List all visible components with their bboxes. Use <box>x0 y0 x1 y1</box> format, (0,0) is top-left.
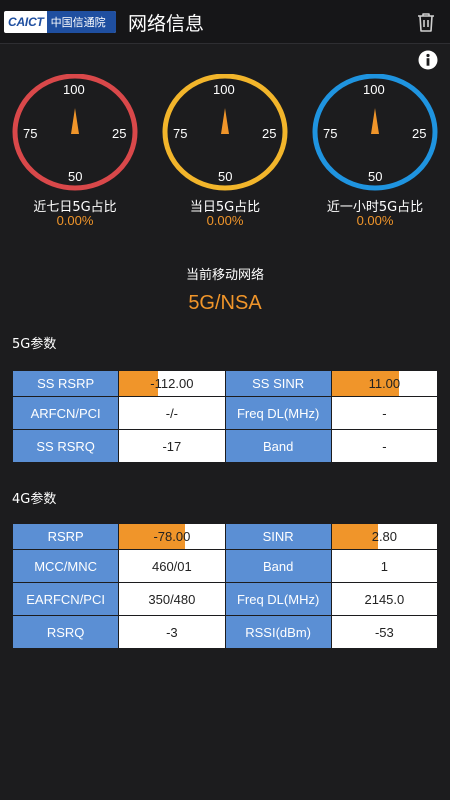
table-5g-params: SS RSRP -112.00 SS SINR 11.00 ARFCN/PCI … <box>11 370 439 463</box>
current-network-label: 当前移动网络 <box>185 268 264 283</box>
gauge-tick-bottom: 50 <box>218 169 233 184</box>
gauge-7day-value: 0.00% <box>56 213 94 228</box>
sinr-label: SINR <box>224 523 332 550</box>
ss-sinr-cell: 11.00 <box>330 370 439 397</box>
page-title: 网络信息 <box>128 13 205 35</box>
ss-rsrq-value: -17 <box>118 429 226 463</box>
rsrp-cell: -78.00 <box>118 523 226 550</box>
freq-dl-label: Freq DL(MHz) <box>224 396 332 430</box>
gauge-today-value: 0.00% <box>206 213 244 228</box>
table-row: SS RSRQ -17 Band - <box>11 429 439 463</box>
rsrq-value: -3 <box>118 615 226 649</box>
gauge-tick-right: 25 <box>112 126 127 141</box>
section-4g-title: 4G参数 <box>12 492 57 507</box>
mcc-mnc-label: MCC/MNC <box>11 549 120 583</box>
table-row: RSRP -78.00 SINR 2.80 <box>11 523 439 550</box>
freq-dl-value: - <box>330 396 439 430</box>
freq-dl-value: 2145.0 <box>330 582 439 616</box>
band-label: Band <box>224 549 332 583</box>
gauge-tick-bottom: 50 <box>368 169 383 184</box>
ss-sinr-label: SS SINR <box>224 370 332 397</box>
rssi-value: -53 <box>330 615 439 649</box>
gauge-tick-top: 100 <box>63 82 85 97</box>
gauge-tick-top: 100 <box>363 82 385 97</box>
table-row: SS RSRP -112.00 SS SINR 11.00 <box>11 370 439 397</box>
band-value: 1 <box>330 549 439 583</box>
caict-logo: CAICT 中国信通院 <box>4 11 116 33</box>
gauge-tick-left: 75 <box>173 126 188 141</box>
mcc-mnc-value: 460/01 <box>118 549 226 583</box>
table-row: ARFCN/PCI -/- Freq DL(MHz) - <box>11 396 439 430</box>
table-4g-params: RSRP -78.00 SINR 2.80 MCC/MNC 460/01 Ban… <box>11 523 439 649</box>
ss-rsrp-value: -112.00 <box>150 376 194 391</box>
arfcn-pci-label: ARFCN/PCI <box>11 396 120 430</box>
table-row: EARFCN/PCI 350/480 Freq DL(MHz) 2145.0 <box>11 582 439 616</box>
earfcn-pci-value: 350/480 <box>118 582 226 616</box>
gauge-today: 100 75 25 50 <box>161 74 289 194</box>
info-icon[interactable] <box>417 49 439 71</box>
gauge-tick-left: 75 <box>323 126 338 141</box>
current-network-value: 5G/NSA <box>188 292 262 314</box>
section-5g-title: 5G参数 <box>12 337 57 352</box>
ss-rsrp-label: SS RSRP <box>11 370 120 397</box>
gauge-tick-right: 25 <box>412 126 427 141</box>
band-label: Band <box>224 429 332 463</box>
earfcn-pci-label: EARFCN/PCI <box>11 582 120 616</box>
trash-icon[interactable] <box>414 10 438 34</box>
arfcn-pci-value: -/- <box>118 396 226 430</box>
gauge-tick-left: 75 <box>23 126 38 141</box>
logo-text-cn: 中国信通院 <box>46 11 116 33</box>
freq-dl-label: Freq DL(MHz) <box>224 582 332 616</box>
table-row: MCC/MNC 460/01 Band 1 <box>11 549 439 583</box>
table-row: RSRQ -3 RSSI(dBm) -53 <box>11 615 439 649</box>
ss-rsrp-cell: -112.00 <box>118 370 226 397</box>
gauge-1hour-value: 0.00% <box>356 213 394 228</box>
top-bar: CAICT 中国信通院 网络信息 <box>0 0 450 44</box>
sinr-value: 2.80 <box>371 529 398 544</box>
gauge-tick-bottom: 50 <box>68 169 83 184</box>
rsrp-label: RSRP <box>11 523 120 550</box>
rssi-label: RSSI(dBm) <box>224 615 332 649</box>
rsrq-label: RSRQ <box>11 615 120 649</box>
gauge-tick-top: 100 <box>213 82 235 97</box>
ss-rsrq-label: SS RSRQ <box>11 429 120 463</box>
rsrp-value: -78.00 <box>153 529 191 544</box>
band-value: - <box>330 429 439 463</box>
ss-sinr-value: 11.00 <box>368 376 401 391</box>
sinr-cell: 2.80 <box>330 523 439 550</box>
gauge-1hour: 100 75 25 50 <box>311 74 439 194</box>
gauge-7day: 100 75 25 50 <box>11 74 139 194</box>
logo-text-en: CAICT <box>8 15 44 29</box>
gauge-tick-right: 25 <box>262 126 277 141</box>
